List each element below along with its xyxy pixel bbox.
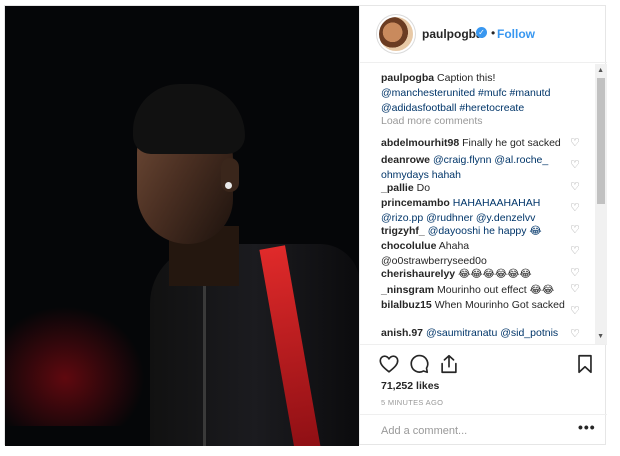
comment-heart-icon[interactable]: ♡	[570, 329, 582, 340]
comment-username[interactable]: deanrowe	[381, 154, 430, 166]
comment-row: abdelmourhit98 Finally he got sacked	[381, 136, 567, 151]
share-icon[interactable]	[438, 353, 460, 375]
comment-text: When Mourinho Got sacked	[434, 299, 565, 311]
avatar[interactable]	[379, 17, 413, 51]
scroll-down-arrow-icon[interactable]: ▼	[597, 333, 604, 340]
comment-username[interactable]: _ninsgram	[381, 284, 434, 296]
comment-row: deanrowe @craig.flynn @al.roche_ ohmyday…	[381, 153, 567, 183]
scrollbar-thumb[interactable]	[597, 78, 605, 204]
comment-text: Mourinho out effect 😂😂	[437, 284, 555, 296]
photo-zip	[203, 276, 206, 446]
comment-icon[interactable]	[408, 353, 430, 375]
caption-text: Caption this!	[437, 72, 496, 84]
comments-list[interactable]: paulpogba Caption this! @manchesterunite…	[360, 64, 607, 344]
comment-row: cherishaurelyy 😂😂😂😂😂😂	[381, 267, 567, 282]
comment-heart-icon[interactable]: ♡	[570, 203, 582, 214]
photo-hair	[133, 84, 245, 154]
post-header: paulpogba ✓ • Follow	[360, 6, 607, 63]
comment-username[interactable]: anish.97	[381, 327, 423, 339]
comment-text: Finally he got sacked	[462, 137, 561, 149]
caption-tags-1[interactable]: @manchesterunited #mufc #manutd	[381, 87, 550, 99]
comment-heart-icon[interactable]: ♡	[570, 182, 582, 193]
comments-scrollbar[interactable]: ▲ ▼	[595, 64, 607, 344]
caption-tags-2[interactable]: @adidasfootball #heretocreate	[381, 102, 524, 114]
comment-row: anish.97 @saumitranatu @sid_potnis	[381, 326, 567, 341]
post-actions: 71,252 likes 5 MINUTES AGO	[360, 344, 607, 414]
comment-heart-icon[interactable]: ♡	[570, 138, 582, 149]
post-photo[interactable]	[5, 6, 359, 446]
scroll-up-arrow-icon[interactable]: ▲	[597, 67, 604, 74]
comment-text: @dayooshi he happy 😂	[427, 225, 542, 237]
more-options-icon[interactable]: •••	[578, 419, 596, 435]
load-more-comments[interactable]: Load more comments	[381, 115, 483, 127]
comment-row: trigzyhf_ @dayooshi he happy 😂	[381, 224, 567, 239]
comment-username[interactable]: bilalbuz15	[381, 299, 432, 311]
comment-username[interactable]: cherishaurelyy	[381, 268, 455, 280]
separator-dot: •	[491, 26, 496, 40]
comment-row: princemambo HAHAHAAHAHAH @rizo.pp @rudhn…	[381, 196, 567, 226]
comment-heart-icon[interactable]: ♡	[570, 306, 582, 317]
heart-icon[interactable]	[378, 353, 400, 375]
comment-username[interactable]: trigzyhf_	[381, 225, 425, 237]
photo-earring	[225, 182, 232, 189]
comment-text: @saumitranatu @sid_potnis	[425, 327, 559, 339]
comment-username[interactable]: abdelmourhit98	[381, 137, 459, 149]
verified-icon: ✓	[476, 27, 487, 38]
likes-count[interactable]: 71,252 likes	[381, 380, 439, 392]
comment-text: 😂😂😂😂😂😂	[458, 268, 532, 280]
caption-username[interactable]: paulpogba	[381, 72, 434, 84]
comment-heart-icon[interactable]: ♡	[570, 160, 582, 171]
bookmark-icon[interactable]	[574, 353, 596, 375]
comment-username[interactable]: princemambo	[381, 197, 450, 209]
comment-heart-icon[interactable]: ♡	[570, 246, 582, 257]
comment-heart-icon[interactable]: ♡	[570, 268, 582, 279]
post-timestamp: 5 MINUTES AGO	[381, 398, 444, 407]
comment-heart-icon[interactable]: ♡	[570, 225, 582, 236]
add-comment-bar: •••	[360, 414, 607, 444]
post-sidebar: paulpogba ✓ • Follow paulpogba Caption t…	[359, 6, 607, 444]
comment-row: chocolulue Ahaha @o0strawberryseed0o	[381, 239, 567, 269]
comment-username[interactable]: chocolulue	[381, 240, 436, 252]
comment-text: Do	[416, 182, 431, 194]
comment-row: bilalbuz15 When Mourinho Got sacked	[381, 298, 567, 313]
photo-red-glow	[5, 306, 145, 426]
caption: paulpogba Caption this! @manchesterunite…	[381, 71, 581, 116]
comment-row: _pallie Do	[381, 181, 567, 196]
comment-row: _ninsgram Mourinho out effect 😂😂	[381, 283, 567, 298]
comment-heart-icon[interactable]: ♡	[570, 284, 582, 295]
header-username[interactable]: paulpogba	[422, 27, 483, 41]
follow-button[interactable]: Follow	[497, 27, 535, 41]
instagram-post: paulpogba ✓ • Follow paulpogba Caption t…	[4, 5, 607, 446]
comment-username[interactable]: _pallie	[381, 182, 414, 194]
add-comment-input[interactable]	[381, 423, 561, 439]
